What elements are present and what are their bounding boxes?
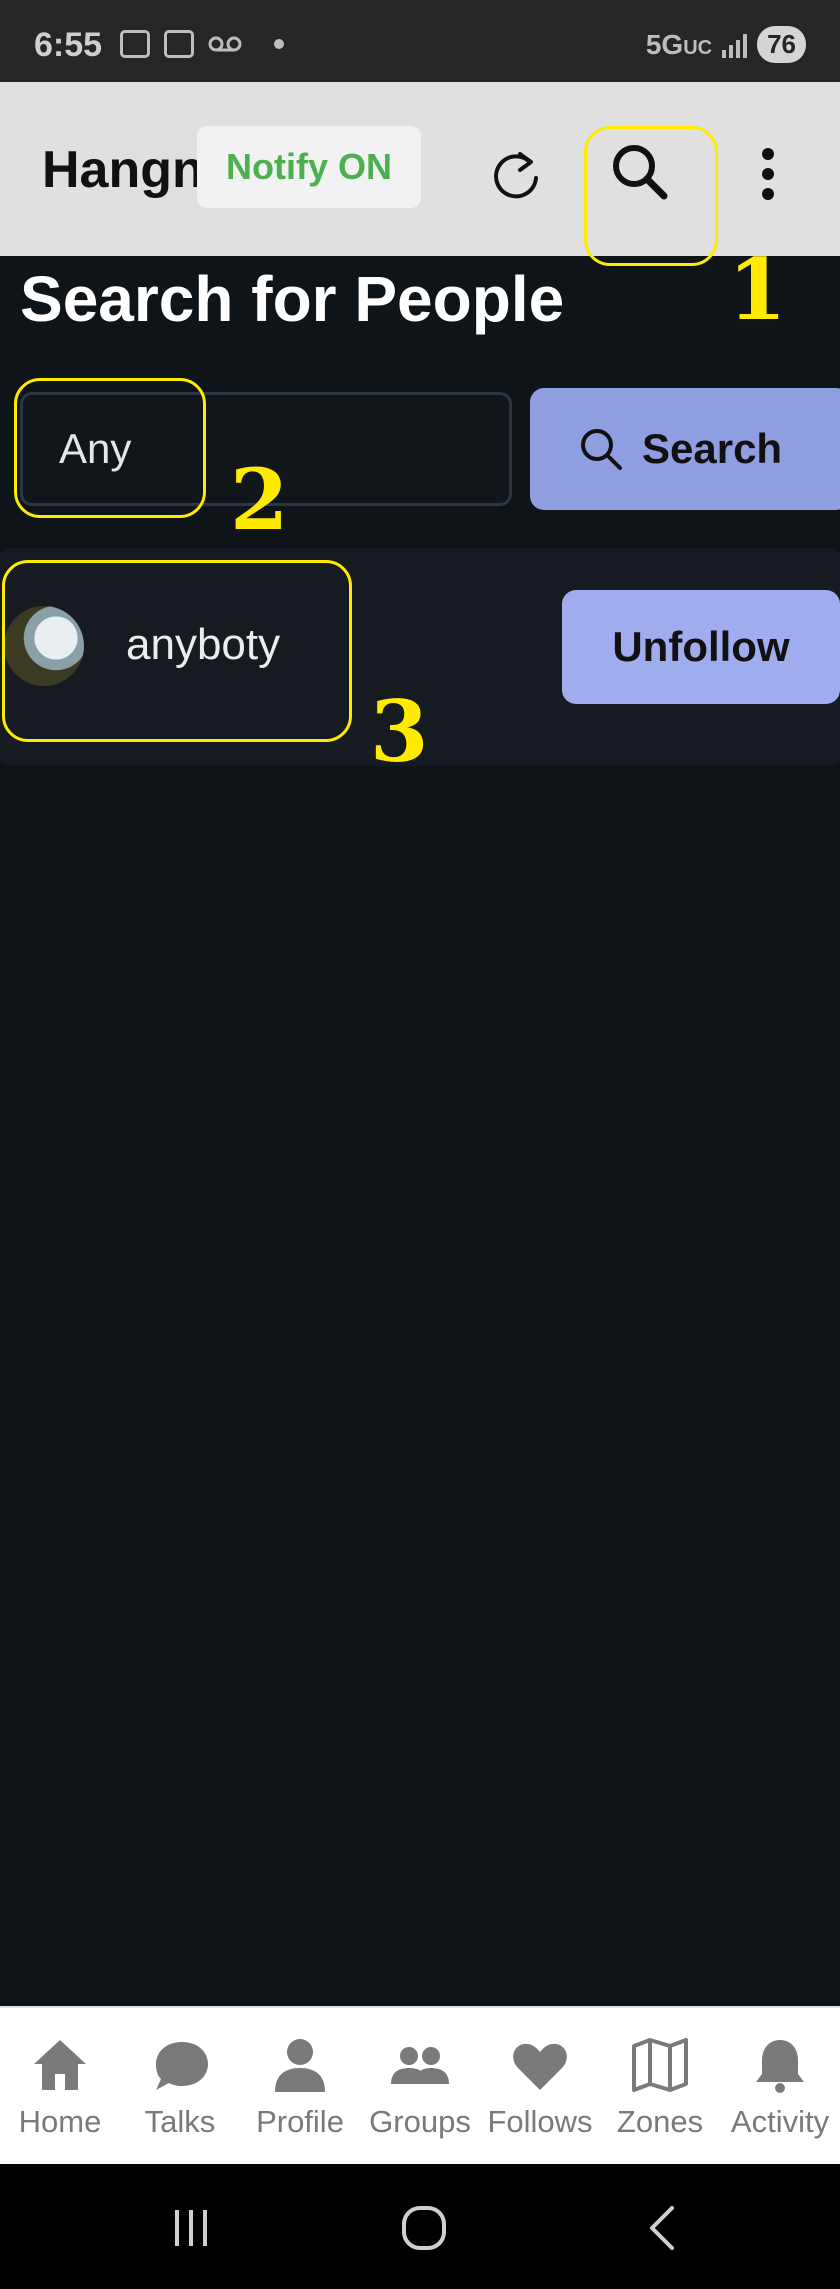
cards-icon (164, 30, 194, 58)
system-navigation-bar (0, 2164, 840, 2289)
more-options-button[interactable] (740, 132, 796, 216)
nav-label: Activity (730, 2104, 830, 2139)
avatar[interactable] (4, 606, 84, 686)
nav-label: Home (18, 2104, 102, 2139)
nav-profile[interactable]: Profile (240, 2008, 360, 2164)
heart-icon (513, 2043, 567, 2090)
nav-home[interactable]: Home (0, 2008, 120, 2164)
battery-indicator: 76 (757, 26, 806, 63)
nav-label: Groups (369, 2104, 471, 2139)
nav-label: Profile (256, 2104, 344, 2139)
recent-apps-button[interactable] (166, 2198, 216, 2258)
status-time: 6:55 (34, 26, 103, 64)
calendar-icon (120, 30, 150, 58)
nav-label: Zones (616, 2104, 704, 2139)
search-button-label: Search (642, 425, 783, 472)
notify-toggle-button[interactable]: Notify ON (197, 126, 421, 208)
nav-label: Talks (144, 2104, 216, 2139)
bottom-navigation: Home Talks Profile Groups Follows Zones … (0, 2006, 840, 2164)
back-chevron-icon (650, 2206, 674, 2250)
voicemail-icon (208, 36, 242, 52)
home-button[interactable] (396, 2198, 452, 2258)
bell-icon (756, 2040, 804, 2093)
notification-dot-icon (274, 39, 284, 49)
search-icon (613, 145, 668, 200)
more-vertical-icon (762, 148, 774, 200)
map-icon (632, 2038, 688, 2092)
nav-activity[interactable]: Activity (720, 2008, 840, 2164)
home-icon (34, 2040, 86, 2090)
nav-zones[interactable]: Zones (600, 2008, 720, 2164)
group-icon (391, 2047, 449, 2084)
nav-follows[interactable]: Follows (480, 2008, 600, 2164)
nav-talks[interactable]: Talks (120, 2008, 240, 2164)
result-username[interactable]: anyboty (126, 620, 280, 670)
refresh-button[interactable] (476, 136, 556, 216)
signal-icon (722, 32, 748, 58)
annotation-number: 3 (370, 682, 429, 781)
back-button[interactable] (636, 2198, 686, 2258)
status-right: 5GUC 76 (646, 26, 806, 63)
app-bar: Hangn Notify ON (0, 82, 840, 256)
search-submit-button[interactable]: Search (530, 388, 840, 510)
nav-groups[interactable]: Groups (360, 2008, 480, 2164)
nav-label: Follows (487, 2104, 593, 2139)
home-circle-icon (402, 2206, 446, 2250)
page-title: Search for People (20, 263, 565, 335)
person-icon (275, 2039, 325, 2092)
search-button[interactable] (598, 130, 682, 214)
status-notification-icons (120, 30, 284, 58)
search-icon (581, 429, 622, 470)
annotation-number: 2 (230, 450, 289, 549)
app-title: Hangn (42, 141, 197, 199)
annotation-number: 1 (728, 240, 787, 339)
refresh-icon (494, 152, 538, 199)
chat-bubble-icon (156, 2042, 208, 2090)
unfollow-button[interactable]: Unfollow (562, 590, 840, 704)
status-bar: 6:55 5GUC 76 (0, 0, 840, 82)
recent-apps-icon (175, 2210, 207, 2246)
network-type: 5GUC (645, 28, 713, 60)
